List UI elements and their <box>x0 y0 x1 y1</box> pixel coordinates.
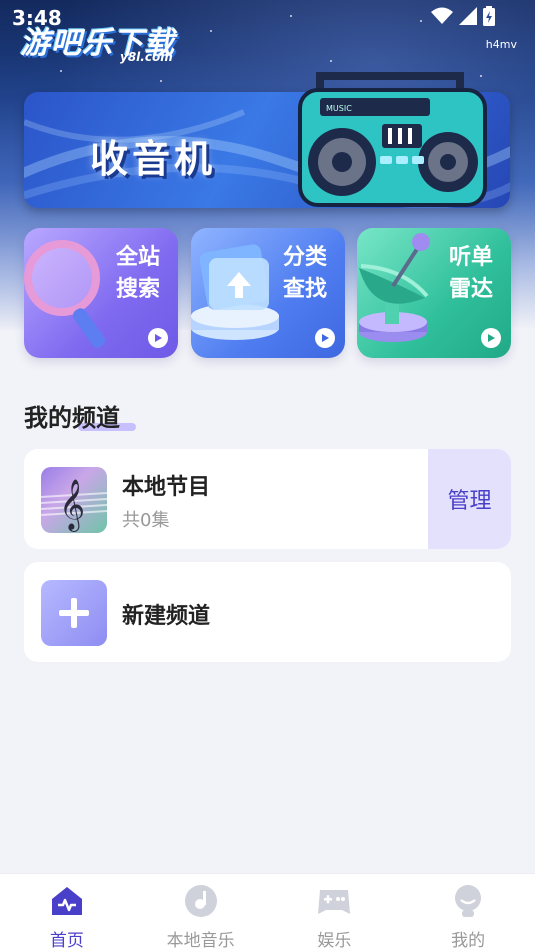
nav-item-local-music[interactable]: 本地音乐 <box>134 874 268 951</box>
profile-icon <box>450 884 486 918</box>
nav-item-entertainment[interactable]: 娱乐 <box>268 874 402 951</box>
nav-item-home[interactable]: 首页 <box>0 874 134 951</box>
new-channel-card[interactable]: 新建频道 <box>24 562 511 662</box>
channel-card[interactable]: 𝄞 本地节目 共0集 管理 <box>24 449 511 549</box>
home-pulse-icon <box>49 884 85 918</box>
radio-banner[interactable]: 收音机 MUSIC <box>24 72 510 208</box>
play-icon[interactable] <box>148 328 168 348</box>
channel-name: 本地节目 <box>122 475 211 500</box>
manage-button[interactable]: 管理 <box>428 449 511 549</box>
nav-label: 本地音乐 <box>166 931 235 951</box>
boombox-icon: MUSIC <box>280 70 500 210</box>
gamepad-icon <box>316 884 352 918</box>
bottom-nav: 首页 本地音乐 娱乐 我的 <box>0 873 535 951</box>
play-icon[interactable] <box>315 328 335 348</box>
status-icons <box>431 6 495 26</box>
svg-text:𝄞: 𝄞 <box>59 479 85 532</box>
section-title: 我的频道 <box>24 404 120 432</box>
magnifier-icon <box>24 228 120 358</box>
new-channel-label: 新建频道 <box>122 604 211 629</box>
play-icon[interactable] <box>481 328 501 348</box>
banner-title: 收音机 <box>90 137 217 181</box>
quick-card-label: 分类 查找 <box>282 245 327 302</box>
music-note-icon: 𝄞 <box>41 467 107 533</box>
folder-icon <box>191 228 287 358</box>
quick-card-site-search[interactable]: 全站 搜索 <box>24 228 178 358</box>
wifi-icon <box>431 7 453 25</box>
plus-icon <box>41 580 107 646</box>
device-tag: h4mv <box>485 38 517 51</box>
nav-label: 我的 <box>451 931 486 951</box>
battery-icon <box>483 6 495 26</box>
nav-label: 首页 <box>49 931 84 951</box>
nav-item-mine[interactable]: 我的 <box>401 874 535 951</box>
boombox-label: MUSIC <box>326 104 352 113</box>
quick-card-label: 全站 搜索 <box>115 245 160 302</box>
disc-icon <box>183 884 219 918</box>
nav-label: 娱乐 <box>317 931 352 951</box>
watermark-domain: y8l.com <box>120 50 173 64</box>
channel-episode-count: 共0集 <box>122 510 170 531</box>
quick-card-category-search[interactable]: 分类 查找 <box>191 228 345 358</box>
quick-card-list-radar[interactable]: 听单 雷达 <box>357 228 511 358</box>
signal-icon <box>459 7 477 25</box>
quick-card-label: 听单 雷达 <box>448 245 493 302</box>
radar-dish-icon <box>357 228 453 358</box>
